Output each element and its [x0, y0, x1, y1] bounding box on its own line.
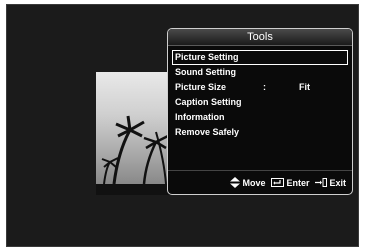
enter-icon	[271, 178, 285, 187]
move-hint: Move	[230, 177, 265, 188]
tools-menu-list: Picture Setting Sound Setting Picture Si…	[168, 46, 352, 140]
menu-item-label: Picture Setting	[175, 52, 239, 62]
menu-item-caption-setting[interactable]: Caption Setting	[172, 95, 348, 110]
menu-item-sound-setting[interactable]: Sound Setting	[172, 65, 348, 80]
move-label: Move	[242, 177, 266, 188]
enter-hint: Enter	[271, 178, 309, 188]
menu-item-label: Caption Setting	[175, 97, 242, 107]
tv-screen: Tools Picture Setting Sound Setting Pict…	[0, 0, 365, 251]
tools-menu-panel: Tools Picture Setting Sound Setting Pict…	[167, 28, 353, 195]
exit-label: Exit	[329, 177, 346, 188]
menu-item-picture-size[interactable]: Picture Size : Fit	[172, 80, 348, 95]
menu-item-value: Fit	[299, 82, 310, 92]
tools-title: Tools	[168, 29, 352, 46]
menu-item-label: Picture Size	[175, 82, 227, 92]
exit-icon	[315, 178, 328, 187]
exit-hint: Exit	[315, 178, 346, 188]
menu-item-label: Remove Safely	[175, 127, 240, 137]
menu-item-remove-safely[interactable]: Remove Safely	[172, 125, 348, 140]
up-down-arrows-icon	[230, 177, 241, 188]
enter-label: Enter	[286, 177, 310, 188]
menu-item-picture-setting[interactable]: Picture Setting	[172, 50, 348, 65]
tv-frame: Tools Picture Setting Sound Setting Pict…	[6, 4, 359, 247]
menu-item-label: Sound Setting	[175, 67, 236, 77]
menu-item-separator: :	[263, 82, 266, 92]
menu-item-label: Information	[175, 112, 225, 122]
menu-item-information[interactable]: Information	[172, 110, 348, 125]
key-guide-footer: Move Enter Exit	[168, 170, 352, 194]
